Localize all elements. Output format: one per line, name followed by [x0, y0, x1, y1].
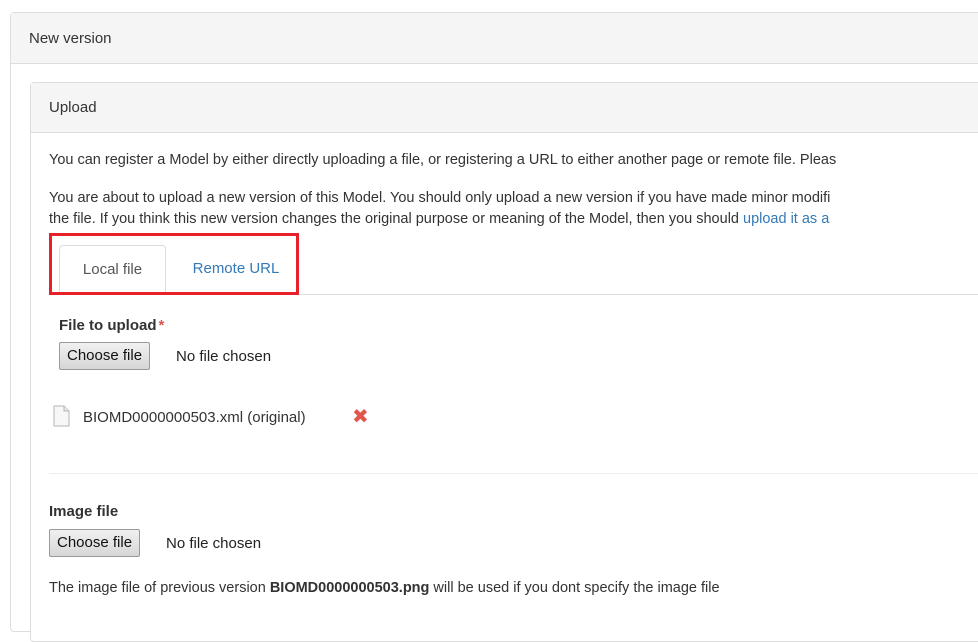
upload-heading: Upload: [31, 83, 978, 133]
upload-new-link[interactable]: upload it as a: [743, 211, 829, 227]
existing-file-name: BIOMD0000000503.xml (original): [83, 409, 306, 426]
intro-text: You can register a Model by either direc…: [49, 152, 837, 168]
required-marker: *: [158, 317, 165, 334]
file-to-upload-label: File to upload *: [59, 317, 164, 334]
file-to-upload-status: No file chosen: [176, 348, 272, 365]
version-text-line2-body: the file. If you think this new version …: [49, 211, 744, 227]
image-help-filename: BIOMD0000000503.png: [269, 580, 430, 596]
image-file-label: Image file: [49, 503, 119, 520]
new-version-panel: New version Upload You can register a Mo…: [10, 12, 978, 642]
new-version-heading: New version: [11, 13, 978, 64]
section-divider: [49, 473, 978, 474]
tabs-highlight-box: [49, 233, 299, 295]
file-to-upload-label-text: File to upload: [59, 317, 157, 334]
file-to-upload-choose-button[interactable]: Choose file: [59, 342, 151, 370]
image-file-choose-button[interactable]: Choose file: [49, 529, 141, 557]
image-file-help-text: The image file of previous version BIOMD…: [49, 580, 720, 596]
upload-panel: Upload You can register a Model by eithe…: [30, 82, 978, 642]
image-help-prefix: The image file of previous version: [49, 580, 270, 596]
version-text-line1: You are about to upload a new version of…: [49, 190, 831, 206]
document-icon: [53, 405, 70, 427]
version-text-line2: the file. If you think this new version …: [49, 209, 829, 229]
remove-file-icon[interactable]: ✖: [352, 404, 369, 429]
image-help-suffix: will be used if you dont specify the ima…: [429, 580, 720, 596]
image-file-status: No file chosen: [166, 535, 262, 552]
